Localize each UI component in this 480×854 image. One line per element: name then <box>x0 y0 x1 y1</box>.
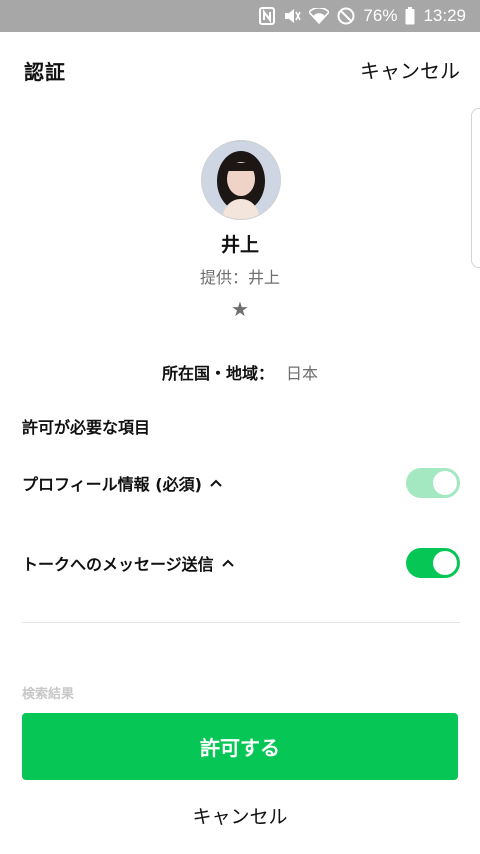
toggle-knob <box>433 471 457 495</box>
wifi-icon <box>309 8 330 24</box>
battery-icon <box>405 7 415 25</box>
divider <box>22 622 460 623</box>
nfc-icon <box>259 7 276 25</box>
permission-label-profile: プロフィール情報 (必須) <box>22 475 202 494</box>
permission-expand-profile[interactable]: プロフィール情報 (必須) <box>22 471 222 495</box>
mute-icon <box>283 7 302 25</box>
chevron-up-icon <box>210 476 222 491</box>
battery-percent: 76% <box>363 6 398 25</box>
chevron-up-icon <box>221 556 234 571</box>
avatar <box>201 140 281 220</box>
country-value: 日本 <box>286 364 319 383</box>
permissions-heading: 許可が必要な項目 <box>22 418 151 437</box>
allow-button[interactable]: 許可する <box>22 713 458 780</box>
header: 認証 キャンセル <box>0 32 480 106</box>
page-title: 認証 <box>24 60 66 84</box>
status-bar: 76% 13:29 <box>0 0 480 32</box>
toggle-profile[interactable] <box>406 468 460 498</box>
provider-text: 提供：井上 <box>199 268 280 287</box>
cancel-top-button[interactable]: キャンセル <box>360 55 460 84</box>
permission-row-profile: プロフィール情報 (必須) <box>22 465 460 501</box>
permission-label-message: トークへのメッセージ送信 <box>22 555 214 574</box>
country-row: 所在国・地域： 日本 <box>0 360 480 384</box>
block-icon <box>337 7 355 25</box>
cancel-bottom-button[interactable]: キャンセル <box>0 802 480 829</box>
permission-row-message: トークへのメッセージ送信 <box>22 545 460 581</box>
profile-name: 井上 <box>220 234 259 256</box>
faded-section-label: 検索結果 <box>22 687 75 702</box>
star-icon: ★ <box>231 297 249 321</box>
country-label: 所在国・地域： <box>161 364 274 383</box>
toggle-message[interactable] <box>406 548 460 578</box>
clock: 13:29 <box>423 6 466 25</box>
permission-expand-message[interactable]: トークへのメッセージ送信 <box>22 551 234 575</box>
toggle-knob <box>433 551 457 575</box>
